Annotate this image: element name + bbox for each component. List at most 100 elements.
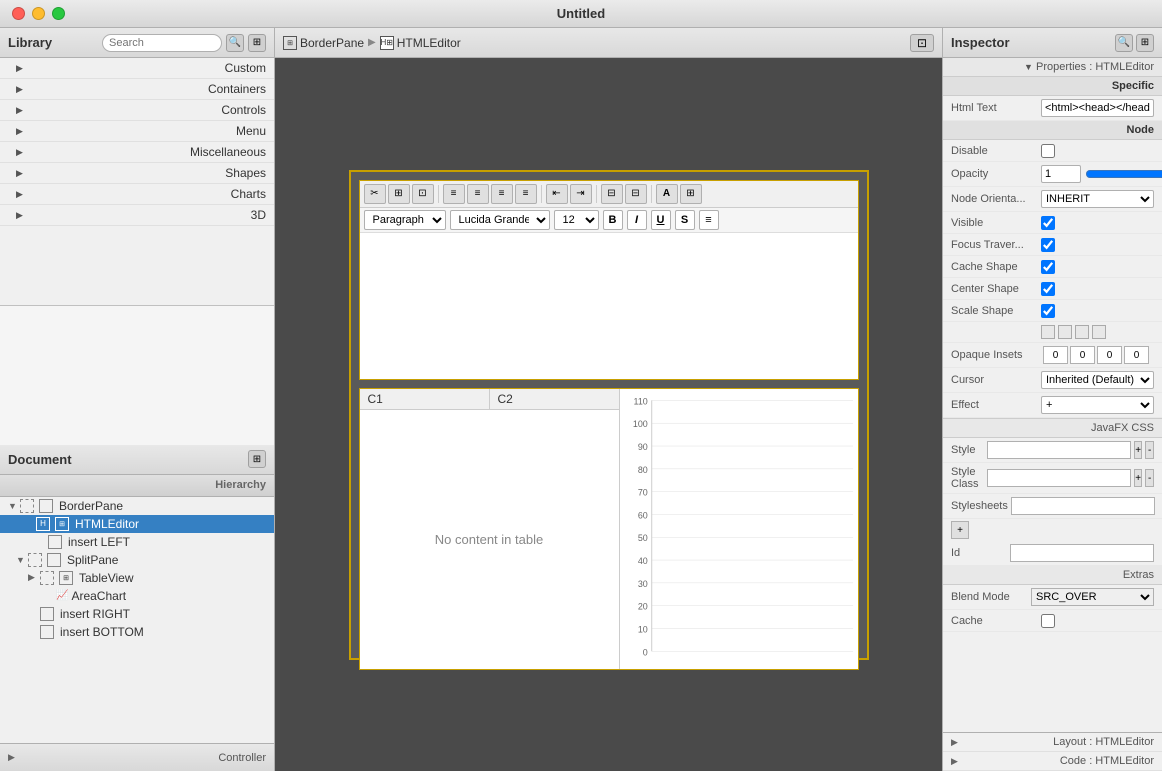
center-shape-checkbox[interactable] (1041, 282, 1055, 296)
opacity-input[interactable] (1041, 165, 1081, 183)
maximize-button[interactable] (52, 7, 65, 20)
breadcrumb-htmleditor[interactable]: H⊞ HTMLEditor (380, 36, 461, 50)
library-item-controls[interactable]: ▶ Controls (0, 100, 274, 121)
library-item-3d[interactable]: ▶ 3D (0, 205, 274, 226)
style-class-add-button[interactable]: + (1134, 469, 1143, 487)
toolbar-sep-4 (651, 185, 652, 203)
library-header: Library 🔍 ⊞ (0, 28, 274, 58)
tree-item-insert-left[interactable]: insert LEFT (0, 533, 274, 551)
align-center-button[interactable]: ≡ (467, 184, 489, 204)
font-color-button[interactable]: A (656, 184, 678, 204)
cache-label: Cache (951, 615, 1041, 627)
align-justify-button[interactable]: ≡ (515, 184, 537, 204)
scale-shape-row: Scale Shape (943, 300, 1162, 322)
breadcrumb-borderpane[interactable]: ⊞ BorderPane (283, 36, 364, 50)
numbered-list-button[interactable]: ⊟ (625, 184, 647, 204)
style-class-remove-button[interactable]: - (1145, 469, 1154, 487)
node-orientation-row: Node Orienta... INHERIT (943, 187, 1162, 212)
layout-tab-label: Layout : HTMLEditor (1053, 736, 1154, 748)
inset-bottom-input[interactable] (1097, 346, 1122, 364)
opacity-row: Opacity (943, 162, 1162, 187)
expand-icon[interactable]: ▶ (8, 752, 15, 763)
copy-button[interactable]: ⊞ (388, 184, 410, 204)
html-editor-content[interactable] (360, 233, 858, 379)
preview-button[interactable]: ⊡ (910, 34, 934, 52)
library-item-misc[interactable]: ▶ Miscellaneous (0, 142, 274, 163)
svg-text:20: 20 (637, 601, 647, 611)
node-orientation-select[interactable]: INHERIT (1041, 190, 1154, 208)
tree-item-borderpane[interactable]: ▼ BorderPane (0, 497, 274, 515)
inset-right-input[interactable] (1070, 346, 1095, 364)
html-text-input[interactable] (1041, 99, 1154, 117)
tree-item-htmleditor[interactable]: H ⊞ HTMLEditor (0, 515, 274, 533)
size-select[interactable]: 12 pt (554, 210, 599, 230)
library-item-label: Custom (30, 61, 266, 75)
stylesheets-input[interactable] (1011, 497, 1155, 515)
close-button[interactable] (12, 7, 25, 20)
library-item-shapes[interactable]: ▶ Shapes (0, 163, 274, 184)
window-controls[interactable] (12, 7, 65, 20)
expand-arrow[interactable]: ▼ (1024, 62, 1033, 72)
underline-button[interactable]: U (651, 210, 671, 230)
tree-item-splitpane[interactable]: ▼ SplitPane (0, 551, 274, 569)
window-title: Untitled (557, 6, 605, 21)
id-input[interactable] (1010, 544, 1154, 562)
layout-tab[interactable]: ▶ Layout : HTMLEditor (943, 733, 1162, 752)
code-tab[interactable]: ▶ Code : HTMLEditor (943, 752, 1162, 771)
inspector-search-icon[interactable]: 🔍 (1115, 34, 1133, 52)
cache-checkbox[interactable] (1041, 614, 1055, 628)
library-item-charts[interactable]: ▶ Charts (0, 184, 274, 205)
paragraph-select[interactable]: Paragraph (364, 210, 446, 230)
style-remove-button[interactable]: - (1145, 441, 1154, 459)
disable-checkbox[interactable] (1041, 144, 1055, 158)
inset-top-input[interactable] (1043, 346, 1068, 364)
inspector-options-icon[interactable]: ⊞ (1136, 34, 1154, 52)
outdent-button[interactable]: ⇥ (570, 184, 592, 204)
library-item-custom[interactable]: ▶ Custom (0, 58, 274, 79)
tree-item-tableview[interactable]: ▶ ⊞ TableView (0, 569, 274, 587)
tree-item-insert-right[interactable]: insert RIGHT (0, 605, 274, 623)
toggle-icon: ▶ (28, 572, 40, 583)
scale-shape-checkbox[interactable] (1041, 304, 1055, 318)
align-left-button[interactable]: ≡ (443, 184, 465, 204)
align-format-button[interactable]: ≡ (699, 210, 719, 230)
stylesheets-add-button[interactable]: + (951, 521, 969, 539)
style-input[interactable] (987, 441, 1131, 459)
bold-button[interactable]: B (603, 210, 623, 230)
paste-button[interactable]: ⊡ (412, 184, 434, 204)
layout-arrow-icon: ▶ (951, 737, 958, 748)
library-search-icon[interactable]: 🔍 (226, 34, 244, 52)
indent-button[interactable]: ⇤ (546, 184, 568, 204)
library-search-input[interactable] (102, 34, 222, 52)
inset-left-input[interactable] (1124, 346, 1149, 364)
tree-item-areachart[interactable]: 📈 AreaChart (0, 587, 274, 605)
bullet-list-button[interactable]: ⊟ (601, 184, 623, 204)
blend-mode-select[interactable]: SRC_OVER (1031, 588, 1154, 606)
strikethrough-button[interactable]: S (675, 210, 695, 230)
cut-button[interactable]: ✂ (364, 184, 386, 204)
cursor-select[interactable]: Inherited (Default) (1041, 371, 1154, 389)
breadcrumb-bar: ⊞ BorderPane ▶ H⊞ HTMLEditor ⊡ (275, 28, 942, 58)
effect-select[interactable]: + (1041, 396, 1154, 414)
tree-item-insert-bottom[interactable]: insert BOTTOM (0, 623, 274, 641)
library-item-containers[interactable]: ▶ Containers (0, 79, 274, 100)
split-area: C1 C2 No content in table 110 100 90 80 (359, 388, 859, 671)
italic-button[interactable]: I (627, 210, 647, 230)
minimize-button[interactable] (32, 7, 45, 20)
focus-traversable-checkbox[interactable] (1041, 238, 1055, 252)
document-options-icon[interactable]: ⊞ (248, 450, 266, 468)
style-class-input[interactable] (987, 469, 1131, 487)
style-add-button[interactable]: + (1134, 441, 1143, 459)
properties-label: ▼ Properties : HTMLEditor (943, 58, 1162, 77)
cache-shape-row: Cache Shape (943, 256, 1162, 278)
visible-checkbox[interactable] (1041, 216, 1055, 230)
inset-box-1 (1041, 325, 1055, 339)
align-right-button[interactable]: ≡ (491, 184, 513, 204)
font-select[interactable]: Lucida Grande (450, 210, 550, 230)
bg-color-button[interactable]: ⊞ (680, 184, 702, 204)
opacity-slider[interactable] (1085, 168, 1162, 180)
library-options-icon[interactable]: ⊞ (248, 34, 266, 52)
library-item-menu[interactable]: ▶ Menu (0, 121, 274, 142)
cache-shape-checkbox[interactable] (1041, 260, 1055, 274)
cursor-row: Cursor Inherited (Default) (943, 368, 1162, 393)
